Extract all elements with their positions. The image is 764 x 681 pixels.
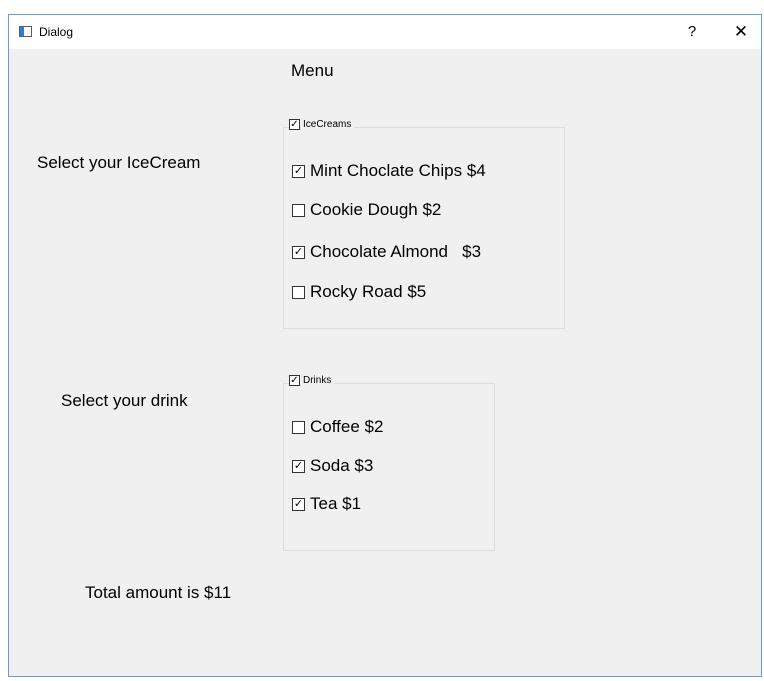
close-button[interactable]: ✕ [727,19,755,45]
checkbox[interactable]: ✓ [292,459,305,473]
app-window-icon [19,26,32,37]
drinks-group-title[interactable]: ✓ Drinks [289,375,335,386]
option-label: Mint Choclate Chips $4 [310,161,486,180]
checkbox[interactable] [292,203,305,217]
option-label: Rocky Road $5 [310,282,427,301]
checkbox[interactable]: ✓ [292,497,305,511]
icecream-prompt-label: Select your IceCream [37,153,201,172]
drinks-group-label: Drinks [303,375,332,386]
drinks-group: ✓ Drinks Coffee $2 ✓ Soda $3 ✓ Tea $1 [283,375,495,551]
drink-option-coffee[interactable]: Coffee $2 [292,417,383,437]
checkbox[interactable]: ✓ [292,245,305,259]
icecream-option-cookie-dough[interactable]: Cookie Dough $2 [292,200,441,220]
help-button[interactable]: ? [679,19,705,45]
icecream-group-checkbox[interactable]: ✓ [289,119,300,130]
menu-heading: Menu [291,61,334,80]
option-label: Tea $1 [310,494,362,513]
icecream-option-chocolate-almond[interactable]: ✓ Chocolate Almond $3 [292,242,481,262]
icecream-group-label: IceCreams [303,119,352,130]
dialog-window: Dialog ? ✕ Menu Select your IceCream ✓ I… [8,14,762,677]
drink-option-tea[interactable]: ✓ Tea $1 [292,494,361,514]
checkbox[interactable] [292,285,305,299]
icecream-option-mint[interactable]: ✓ Mint Choclate Chips $4 [292,161,486,181]
drinks-group-checkbox[interactable]: ✓ [289,375,300,386]
option-label: Coffee $2 [310,417,384,436]
window-title: Dialog [39,25,74,39]
drink-prompt-label: Select your drink [61,391,188,410]
drink-option-soda[interactable]: ✓ Soda $3 [292,456,373,476]
total-amount-label: Total amount is $11 [85,583,232,602]
icecream-option-rocky-road[interactable]: Rocky Road $5 [292,282,426,302]
option-label: Cookie Dough $2 [310,200,442,219]
checkbox[interactable]: ✓ [292,164,305,178]
icecream-group: ✓ IceCreams ✓ Mint Choclate Chips $4 Coo… [283,119,565,329]
icecream-group-title[interactable]: ✓ IceCreams [289,119,355,130]
option-label: Soda $3 [310,456,374,475]
option-label: Chocolate Almond $3 [310,242,482,261]
checkbox[interactable] [292,420,305,434]
title-bar: Dialog ? ✕ [9,15,761,49]
